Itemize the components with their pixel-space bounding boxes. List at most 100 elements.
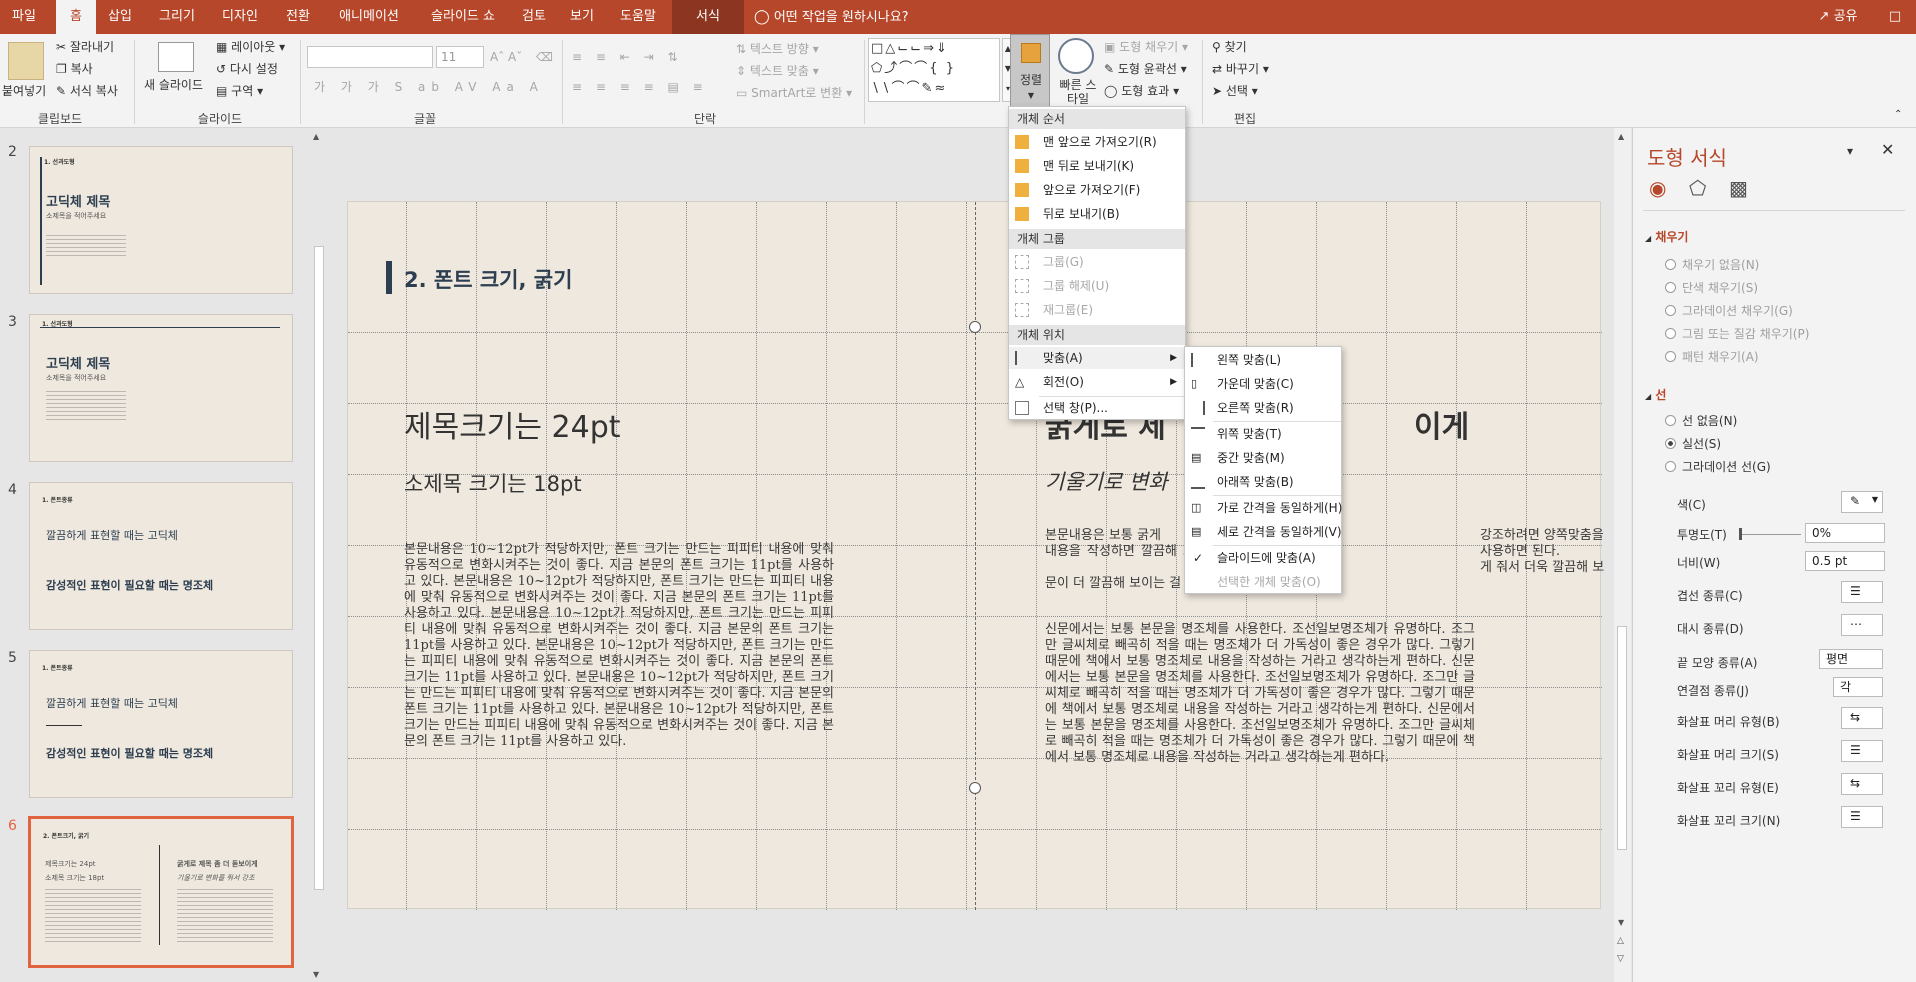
dash-type-picker[interactable]: ⋯	[1841, 614, 1883, 636]
right-body-1d[interactable]: 게 줘서 더욱 깔끔해 보인다. 왼쪽 본문	[1480, 560, 1610, 576]
send-backward-item[interactable]: 뒤로 보내기(B)	[1009, 203, 1185, 225]
align-text-button[interactable]: ⇕ 텍스트 맞춤 ▾	[736, 62, 819, 80]
line-gradient-option[interactable]: 그라데이션 선(G)	[1665, 458, 1771, 475]
fill-section-header[interactable]: ◢ 채우기	[1645, 228, 1688, 245]
tab-slideshow[interactable]: 슬라이드 쇼	[418, 0, 508, 34]
layout-button[interactable]: ▦ 레이아웃 ▾	[216, 38, 285, 56]
find-button[interactable]: ⚲ 찾기	[1212, 38, 1247, 56]
end-arrow-type-picker[interactable]: ⇆	[1841, 773, 1883, 795]
effects-tab-icon[interactable]: ⬠	[1689, 176, 1706, 200]
align-selected-objects-item[interactable]: 선택한 개체 맞춤(O)	[1185, 571, 1341, 593]
align-left-item[interactable]: 왼쪽 맞춤(L)	[1185, 349, 1341, 371]
font-name-combo[interactable]	[307, 46, 433, 68]
distribute-vertically-item[interactable]: ▤ 세로 간격을 동일하게(V)	[1185, 521, 1342, 543]
left-body-text[interactable]: 본문내용은 10~12pt가 적당하지만, 폰트 크기는 만드는 피피티 내용에…	[404, 542, 834, 778]
line-solid-option[interactable]: 실선(S)	[1665, 435, 1721, 452]
prev-slide-icon[interactable]: △	[1617, 936, 1624, 946]
tab-help[interactable]: 도움말	[608, 0, 668, 34]
format-painter-button[interactable]: ✎ 서식 복사	[56, 82, 118, 100]
font-size-combo[interactable]: 11	[436, 46, 484, 68]
left-title[interactable]: 제목크기는 24pt	[404, 402, 621, 446]
size-properties-tab-icon[interactable]: ▩	[1729, 176, 1748, 200]
shape-fill-button[interactable]: ▣ 도형 채우기 ▾	[1104, 38, 1188, 56]
end-arrow-size-picker[interactable]: ☰	[1841, 806, 1883, 828]
right-body-1[interactable]: 본문내용은 보통 굵게	[1045, 528, 1195, 544]
slide-scrollbar[interactable]: ▲ ▼ △ ▽	[1614, 128, 1631, 982]
tell-me-box[interactable]: ◯ 어떤 작업을 원하시나요?	[754, 0, 944, 34]
pane-options-chevron-icon[interactable]: ▾	[1847, 144, 1853, 158]
line-none-option[interactable]: 선 없음(N)	[1665, 412, 1737, 429]
collapse-ribbon-icon[interactable]: ⌃	[1894, 106, 1902, 124]
scroll-down-arrow-icon[interactable]: ▼	[313, 970, 319, 979]
slide-thumbnail-2[interactable]: 1. 선과도형 고딕체 제목 소제목을 적어주세요	[29, 146, 293, 294]
group-item[interactable]: 그룹(G)	[1009, 251, 1185, 273]
align-middle-item[interactable]: ▤ 중간 맞춤(M)	[1185, 447, 1341, 469]
tab-review[interactable]: 검토	[512, 0, 556, 34]
bring-forward-item[interactable]: 앞으로 가져오기(F)	[1009, 179, 1185, 201]
select-button[interactable]: ➤ 선택 ▾	[1212, 82, 1258, 100]
new-slide-icon[interactable]	[158, 42, 194, 72]
join-select[interactable]: 각	[1833, 677, 1883, 697]
scroll-up-arrow-icon[interactable]: ▲	[313, 132, 319, 141]
tab-design[interactable]: 디자인	[210, 0, 270, 34]
align-to-slide-item[interactable]: ✓ 슬라이드에 맞춤(A)	[1185, 547, 1341, 569]
grow-font-icon[interactable]: Aˆ Aˇ	[490, 48, 522, 66]
arrange-button[interactable]: 정렬 ▼	[1010, 34, 1050, 108]
right-subtitle[interactable]: 기울기로 변화	[1045, 466, 1168, 496]
tab-insert[interactable]: 삽입	[100, 0, 140, 34]
selection-handle[interactable]	[969, 321, 981, 333]
regroup-item[interactable]: 재그룹(E)	[1009, 299, 1185, 321]
distribute-horizontally-item[interactable]: ◫ 가로 간격을 동일하게(H)	[1185, 497, 1342, 519]
send-to-back-item[interactable]: 맨 뒤로 보내기(K)	[1009, 155, 1185, 177]
scroll-down-arrow-icon[interactable]: ▼	[1618, 918, 1624, 927]
left-subtitle[interactable]: 소제목 크기는 18pt	[404, 468, 582, 498]
slide-thumbnail-4[interactable]: 1. 폰트종류 깔끔하게 표현할 때는 고딕체 감성적인 표현이 필요할 때는 …	[29, 482, 293, 630]
new-slide-button[interactable]: 새 슬라이드	[144, 76, 203, 94]
fill-gradient-option[interactable]: 그라데이션 채우기(G)	[1665, 302, 1793, 319]
slide-thumbnail-3[interactable]: 1. 선과도형 고딕체 제목 소제목을 적어주세요	[29, 314, 293, 462]
right-body-1b[interactable]: 내용을 작성하면 깔끔해 보인다. 본문	[1045, 544, 1195, 560]
right-body-2[interactable]: 신문에서는 보통 본문을 명조체를 사용한다. 조선일보명조체가 유명하다. 조…	[1045, 622, 1475, 810]
selection-handle[interactable]	[969, 782, 981, 794]
selection-pane-item[interactable]: 선택 창(P)...	[1009, 397, 1185, 419]
text-direction-button[interactable]: ⇅ 텍스트 방향 ▾	[736, 40, 819, 58]
scroll-up-arrow-icon[interactable]: ▲	[1618, 132, 1624, 141]
slide-thumbnail-5[interactable]: 1. 폰트종류 깔끔하게 표현할 때는 고딕체 감성적인 표현이 필요할 때는 …	[29, 650, 293, 798]
align-item[interactable]: 맞춤(A) ▶	[1009, 347, 1185, 369]
bring-to-front-item[interactable]: 맨 앞으로 가져오기(R)	[1009, 131, 1185, 153]
tab-animations[interactable]: 애니메이션	[326, 0, 412, 34]
tab-view[interactable]: 보기	[560, 0, 604, 34]
thumbnail-scrollbar[interactable]: ▲ ▼	[311, 128, 327, 982]
slider-handle[interactable]	[1739, 528, 1742, 540]
compound-type-picker[interactable]: ☰	[1841, 581, 1883, 603]
list-icons[interactable]: ≡ ≡ ⇤ ⇥ ⇅	[572, 48, 683, 66]
cap-select[interactable]: 평면	[1819, 649, 1883, 669]
section-button[interactable]: ▤ 구역 ▾	[216, 82, 263, 100]
copy-button[interactable]: ❐ 복사	[56, 60, 93, 78]
reset-button[interactable]: ↺ 다시 설정	[216, 60, 278, 78]
quick-styles-icon[interactable]	[1058, 38, 1094, 74]
fill-solid-option[interactable]: 단색 채우기(S)	[1665, 279, 1758, 296]
right-title-end[interactable]: 이게	[1414, 402, 1469, 446]
tab-draw[interactable]: 그리기	[150, 0, 204, 34]
smartart-button[interactable]: ▭ SmartArt로 변환 ▾	[736, 84, 852, 102]
scrollbar-thumb[interactable]	[1617, 626, 1627, 850]
align-right-item[interactable]: 오른쪽 맞춤(R)	[1185, 397, 1341, 419]
scrollbar-thumb[interactable]	[314, 246, 324, 890]
shapes-gallery[interactable]: □△⌙⌙⇒⇓ ⬠⤴⌒⌒{ } ∖∖⌒⌒✎≈	[868, 38, 1000, 102]
shape-outline-button[interactable]: ✎ 도형 윤곽선 ▾	[1104, 60, 1187, 78]
tab-format[interactable]: 서식	[672, 0, 744, 34]
font-style-icons[interactable]: 가 가 가 S ab AV Aa A	[314, 78, 544, 96]
tab-file[interactable]: 파일	[0, 0, 48, 34]
align-top-item[interactable]: 위쪽 맞춤(T)	[1185, 423, 1341, 445]
begin-arrow-type-picker[interactable]: ⇆	[1841, 707, 1883, 729]
begin-arrow-size-picker[interactable]: ☰	[1841, 740, 1883, 762]
paste-icon[interactable]	[8, 42, 44, 80]
fill-picture-option[interactable]: 그림 또는 질감 채우기(P)	[1665, 325, 1809, 342]
fill-line-tab-icon[interactable]: ◉	[1649, 176, 1666, 200]
width-input[interactable]: 0.5 pt	[1805, 551, 1885, 571]
rotate-item[interactable]: △ 회전(O) ▶	[1009, 371, 1185, 393]
line-section-header[interactable]: ◢ 선	[1645, 386, 1666, 403]
slide[interactable]: 2. 폰트 크기, 굵기 제목크기는 24pt 소제목 크기는 18pt 본문내…	[347, 201, 1604, 910]
transparency-input[interactable]: 0%	[1805, 523, 1885, 543]
